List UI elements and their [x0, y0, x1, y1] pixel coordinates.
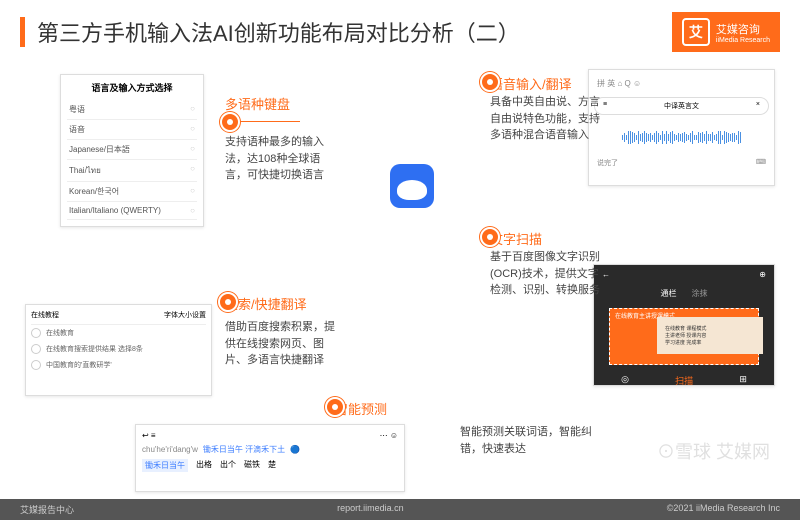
brand-logo: 艾 艾媒咨询 iiMedia Research: [672, 12, 780, 52]
multilang-label: 多语种键盘: [225, 94, 290, 113]
ocr-bottom: ◎扫描⊞: [594, 370, 774, 391]
footer-right: ©2021 iiMedia Research Inc: [667, 503, 780, 516]
voice-buttons: 说完了⌨: [594, 155, 769, 171]
predict-candidates: 锄禾日当午 出格 出个 磁铁 楚: [140, 457, 400, 474]
dot-icon: [218, 292, 238, 312]
ocr-text: 在线教育 课程模式主讲老师 授课内容学习进度 完成率: [657, 317, 763, 354]
predict-top: ↩ ≡⋯ ☺: [140, 429, 400, 442]
dot-icon: [220, 112, 240, 132]
ocr-desc: 基于百度图像文字识别(OCR)技术，提供文字检测、识别、转换服务: [490, 249, 600, 299]
lang-item: Thai/ไทย: [67, 160, 197, 182]
voice-wave: [594, 120, 769, 155]
accent-bar: [20, 17, 25, 47]
page-header: 第三方手机输入法AI创新功能布局对比分析（二） 艾 艾媒咨询 iiMedia R…: [0, 0, 800, 64]
logo-icon: 艾: [682, 18, 710, 46]
lang-item: Italian/Italiano (QWERTY): [67, 202, 197, 220]
footer-left: 艾媒报告中心: [20, 503, 74, 516]
logo-sub: iiMedia Research: [716, 37, 770, 44]
multilang-desc: 支持语种最多的输入法，达108种全球语言，可快捷切换语言: [225, 134, 335, 184]
search-item: 在线教育: [31, 325, 206, 341]
search-item: 在线教育搜索提供结果 选择8条: [31, 341, 206, 357]
footer-center: report.iimedia.cn: [337, 503, 404, 516]
dot-icon: [480, 72, 500, 92]
voice-tabs: 拼 英 ⌂ Q ☺: [594, 75, 769, 92]
lang-item: 粤语: [67, 100, 197, 120]
content-area: 语言及输入方式选择 粤语 语音 Japanese/日本語 Thai/ไทย Ko…: [0, 64, 800, 484]
search-tabs: 在线教程字体大小设置: [31, 310, 206, 325]
footer: 艾媒报告中心 report.iimedia.cn ©2021 iiMedia R…: [0, 499, 800, 520]
predict-desc: 智能预测关联词语，智能纠错，快速表达: [460, 424, 610, 457]
logo-brand: 艾媒咨询: [716, 21, 770, 37]
predict-input: chu'he'ri'dang'w 锄禾日当午 汗滴禾下土 🔵: [140, 442, 400, 457]
lang-item: 语音: [67, 120, 197, 140]
page-title: 第三方手机输入法AI创新功能布局对比分析（二）: [37, 16, 672, 48]
lang-mock: 语言及输入方式选择 粤语 语音 Japanese/日本語 Thai/ไทย Ko…: [60, 74, 204, 227]
ocr-top: ←⊕: [594, 265, 774, 284]
search-item: 中国教育的'直教研学': [31, 357, 206, 373]
ocr-mock: ←⊕ 通栏涂抹 在线教育主讲授课模式 在线教育 课程模式主讲老师 授课内容学习进…: [593, 264, 775, 386]
lang-item: Korean/한국어: [67, 182, 197, 202]
voice-desc: 具备中英自由说、方言自由说特色功能，支持多语种混合语音输入: [490, 94, 600, 144]
dot-icon: [480, 227, 500, 247]
baidu-logo: [390, 164, 440, 214]
predict-mock: ↩ ≡⋯ ☺ chu'he'ri'dang'w 锄禾日当午 汗滴禾下土 🔵 锄禾…: [135, 424, 405, 492]
lang-item: Japanese/日本語: [67, 140, 197, 160]
ocr-tabs: 通栏涂抹: [594, 284, 774, 303]
voice-mock: 拼 英 ⌂ Q ☺ ≡中译英言文× 说完了⌨: [588, 69, 775, 186]
dot-icon: [325, 397, 345, 417]
watermark: ⊙雪球 艾媒网: [657, 438, 770, 464]
search-mock: 在线教程字体大小设置 在线教育 在线教育搜索提供结果 选择8条 中国教育的'直教…: [25, 304, 212, 396]
voice-input: ≡中译英言文×: [594, 97, 769, 115]
search-desc: 借助百度搜索积累，提供在线搜索网页、图片、多语言快捷翻译: [225, 319, 335, 369]
voice-label: 语音输入/翻译: [490, 74, 572, 93]
connector-line: [240, 121, 300, 122]
lang-title: 语言及输入方式选择: [67, 81, 197, 94]
ocr-image: 在线教育主讲授课模式 在线教育 课程模式主讲老师 授课内容学习进度 完成率: [609, 308, 759, 365]
